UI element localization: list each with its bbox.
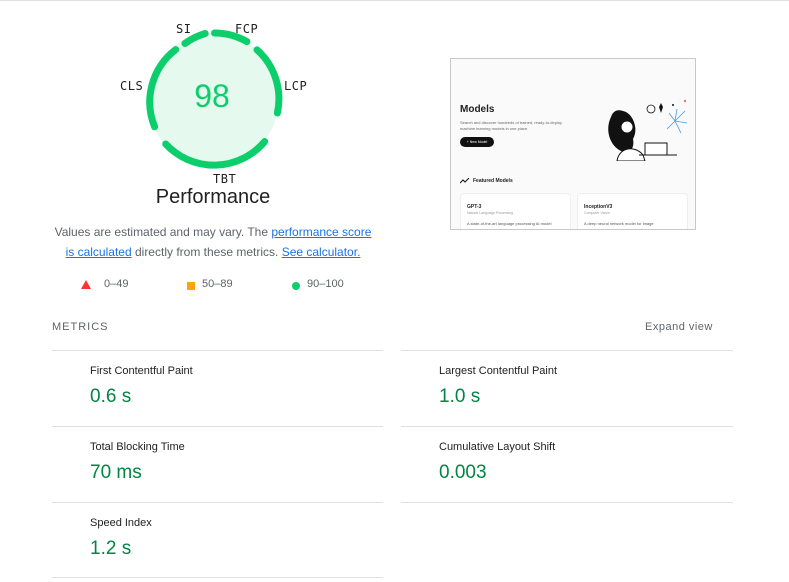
legend-range-pass: 90–100 (307, 278, 344, 290)
metric-value-cls: 0.003 (439, 462, 487, 483)
metric-value-tbt: 70 ms (90, 462, 142, 483)
gauge-label-tbt: TBT (213, 172, 237, 186)
performance-gauge[interactable]: SI FCP LCP CLS TBT 98 (100, 14, 326, 204)
legend-range-average: 50–89 (202, 278, 233, 290)
metric-label-si: Speed Index (90, 517, 152, 529)
screenshot-page-subtitle: Search and discover hundreds of trained,… (460, 120, 563, 131)
screenshot-card: GPT-3 Natural Language Processing A stat… (460, 193, 571, 229)
performance-description: Values are estimated and may vary. The p… (52, 222, 374, 262)
gauge-label-si: SI (176, 22, 192, 36)
metrics-divider (52, 577, 383, 578)
pass-circle-icon (292, 282, 300, 290)
final-screenshot[interactable]: Models Search and discover hundreds of t… (450, 58, 696, 230)
description-text-2: directly from these metrics. (131, 245, 282, 259)
screenshot-card-desc: A state-of-the-art language processing A… (467, 221, 552, 226)
screenshot-card-desc: A deep neural network model for image (584, 221, 654, 226)
metric-value-fcp: 0.6 s (90, 386, 132, 407)
gauge-label-fcp: FCP (235, 22, 259, 36)
metrics-divider (401, 426, 733, 427)
top-divider (0, 0, 789, 1)
screenshot-new-model-button: + New Model (460, 137, 494, 147)
screenshot-card-title: InceptionV3 (584, 204, 613, 210)
metrics-divider (401, 350, 733, 351)
gauge-label-cls: CLS (120, 79, 144, 93)
metric-label-lcp: Largest Contentful Paint (439, 365, 558, 377)
screenshot-card-subtitle: Computer Vision (584, 211, 610, 215)
screenshot-card: InceptionV3 Computer Vision A deep neura… (577, 193, 688, 229)
trending-icon (460, 178, 470, 184)
expand-view-toggle[interactable]: Expand view (645, 321, 713, 333)
screenshot-card-title: GPT-3 (467, 204, 482, 210)
fail-triangle-icon (81, 280, 91, 289)
illustration-icon (608, 99, 688, 161)
performance-title: Performance (155, 186, 271, 208)
screenshot-featured-heading: Featured Models (473, 178, 513, 184)
screenshot-card-subtitle: Natural Language Processing (467, 211, 514, 215)
see-calculator-link[interactable]: See calculator. (282, 245, 361, 259)
gauge-label-lcp: LCP (284, 79, 308, 93)
metrics-divider (52, 426, 383, 427)
description-text-1: Values are estimated and may vary. The (54, 225, 272, 239)
metrics-heading: METRICS (52, 321, 109, 333)
metrics-divider (52, 502, 383, 503)
metric-label-fcp: First Contentful Paint (90, 365, 193, 377)
legend-range-fail: 0–49 (104, 278, 129, 290)
metric-value-lcp: 1.0 s (439, 386, 481, 407)
metric-label-tbt: Total Blocking Time (90, 441, 185, 453)
average-square-icon (187, 282, 195, 290)
metric-value-si: 1.2 s (90, 538, 132, 559)
metrics-divider (401, 502, 733, 503)
screenshot-page-title: Models (460, 104, 495, 115)
metrics-divider (52, 350, 383, 351)
performance-score: 98 (194, 78, 230, 114)
metric-label-cls: Cumulative Layout Shift (439, 441, 556, 453)
